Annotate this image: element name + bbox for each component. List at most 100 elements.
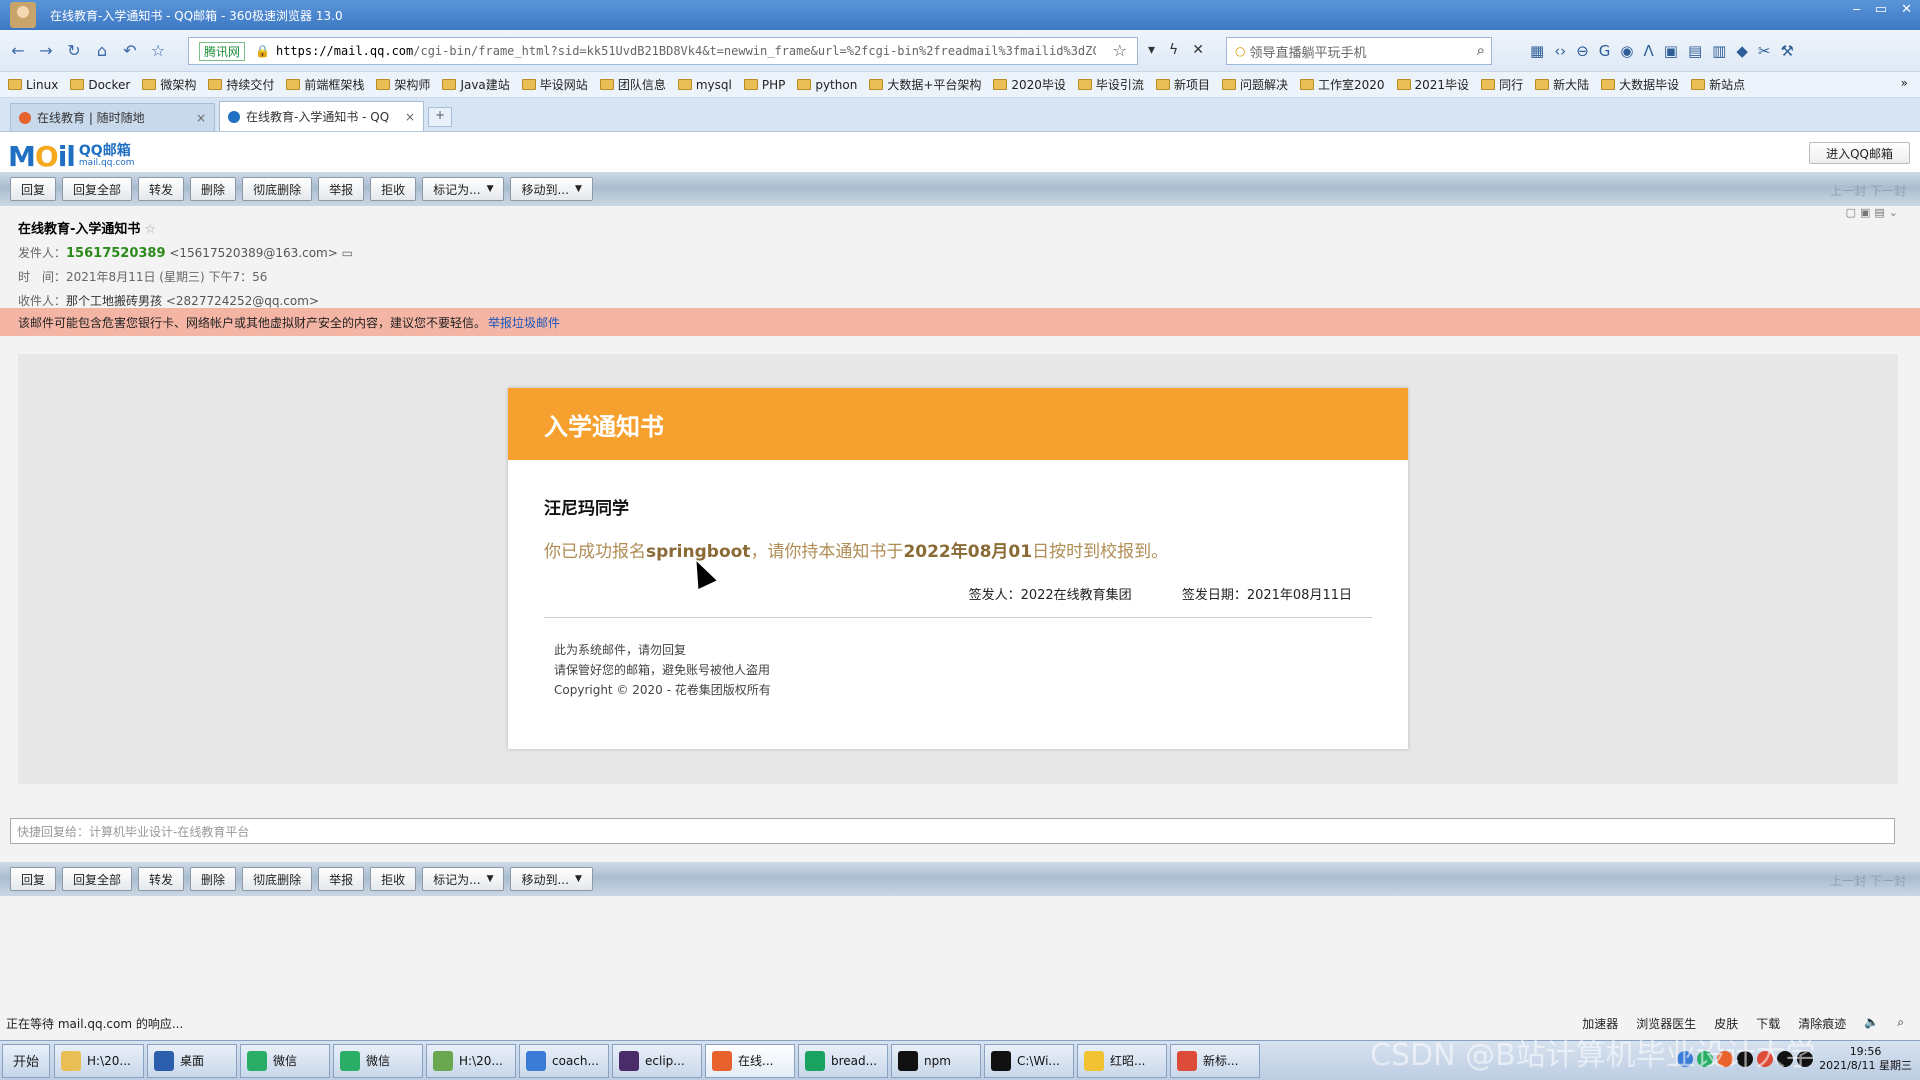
system-clock[interactable]: 19:56 2021/8/11 星期三 [1819,1045,1912,1073]
apps-icon[interactable]: ▦ [1530,42,1544,60]
volume-icon[interactable]: 🔈 [1864,1015,1879,1032]
quick-reply-input[interactable]: 快捷回复给：计算机毕业设计-在线教育平台 [10,818,1895,844]
reply-button[interactable]: 回复 [10,177,57,201]
bookmark-item[interactable]: 同行 [1481,76,1523,93]
bookmark-item[interactable]: 2021毕设 [1396,76,1469,93]
bookmark-item[interactable]: 微架构 [142,76,196,93]
search-input[interactable]: 领导直播躺平玩手机 [1249,42,1366,61]
bookmark-item[interactable]: 问题解决 [1221,76,1288,93]
delete-button[interactable]: 删除 [190,867,237,891]
undo-icon[interactable]: ↶ [120,41,140,61]
adblock-icon[interactable]: ◆ [1736,42,1748,60]
back-icon[interactable]: ← [8,41,28,61]
taskbar-item[interactable]: 红昭... [1077,1043,1167,1078]
new-tab-button[interactable]: + [428,107,452,127]
browser-doctor-button[interactable]: 浏览器医生 [1636,1015,1696,1032]
taskbar-item[interactable]: 新标... [1170,1043,1260,1078]
bookmark-item[interactable]: PHP [743,78,785,92]
bookmark-item[interactable]: 2020毕设 [993,76,1066,93]
url-text[interactable]: https://mail.qq.com/cgi-bin/frame_html?s… [276,44,1096,58]
bookmark-item[interactable]: Docker [70,78,130,92]
bookmark-item[interactable]: 大数据+平台架构 [869,76,981,93]
search-icon[interactable]: ⌕ [1477,41,1485,59]
reject-button[interactable]: 拒收 [370,867,417,891]
mail-view-tools[interactable]: ▢▣▤⌄ [1846,206,1902,219]
taskbar-item[interactable]: C:\Wi... [984,1043,1074,1078]
bookmark-item[interactable]: mysql [677,78,732,92]
record-icon[interactable]: ◉ [1620,42,1633,60]
extension-a-icon[interactable]: Λ [1643,42,1653,60]
tab-admission-notice[interactable]: 在线教育-入学通知书 - QQ × [219,101,424,131]
start-button[interactable]: 开始 [2,1043,50,1078]
recipient-name[interactable]: 那个工地搬砖男孩 [66,294,162,308]
move-to-dropdown[interactable]: 移动到... ▼ [510,177,593,201]
bookmark-item[interactable]: Linux [8,78,58,92]
bookmark-item[interactable]: 前端框架栈 [286,76,364,93]
more-bookmarks-icon[interactable]: » [1901,76,1908,90]
tools-icon[interactable]: ⚒ [1780,42,1793,60]
accelerator-button[interactable]: 加速器 [1582,1015,1618,1032]
forward-button[interactable]: 转发 [138,867,185,891]
forward-icon[interactable]: → [36,41,56,61]
scissors-icon[interactable]: ✂ [1758,42,1771,60]
extension-box-icon[interactable]: ▣ [1664,42,1678,60]
bookmark-star-icon[interactable]: ☆ [1113,41,1127,60]
reply-button[interactable]: 回复 [10,867,57,891]
mark-as-dropdown[interactable]: 标记为... ▼ [422,177,505,201]
taskbar-item[interactable]: eclip... [612,1043,702,1078]
bookmark-item[interactable]: 毕设网站 [521,76,588,93]
bookmark-item[interactable]: 架构师 [376,76,430,93]
devtools-icon[interactable]: ‹› [1554,42,1566,60]
taskbar-item[interactable]: H:\20... [426,1043,516,1078]
minimize-button[interactable]: ‒ [1853,2,1861,17]
move-to-dropdown[interactable]: 移动到... ▼ [510,867,593,891]
taskbar-item[interactable]: H:\20... [54,1043,144,1078]
camera-icon[interactable]: ▤ [1688,42,1702,60]
bookmark-item[interactable]: 新站点 [1691,76,1745,93]
stop-icon[interactable]: ✕ [1192,42,1204,58]
bookmark-item[interactable]: 团队信息 [599,76,666,93]
report-spam-link[interactable]: 举报垃圾邮件 [488,314,560,331]
delete-forever-button[interactable]: 彻底删除 [242,867,313,891]
notes-icon[interactable]: ▥ [1712,42,1726,60]
clear-traces-button[interactable]: 清除痕迹 [1798,1015,1846,1032]
taskbar-item[interactable]: coach... [519,1043,609,1078]
taskbar-item[interactable]: 在线... [705,1043,795,1078]
delete-forever-button[interactable]: 彻底删除 [242,177,313,201]
bookmark-item[interactable]: Java建站 [442,76,510,93]
bookmark-item[interactable]: 工作室2020 [1299,76,1385,93]
download-button[interactable]: 下载 [1756,1015,1780,1032]
favorite-icon[interactable]: ☆ [148,41,168,61]
reply-all-button[interactable]: 回复全部 [62,867,133,891]
zoom-icon[interactable]: ⌕ [1897,1015,1904,1032]
reject-button[interactable]: 拒收 [370,177,417,201]
bookmark-item[interactable]: 新大陆 [1535,76,1589,93]
close-window-button[interactable]: ✕ [1901,2,1912,17]
tab-close-icon[interactable]: × [196,111,206,125]
tab-online-education[interactable]: 在线教育 | 随时随地 × [10,103,215,131]
taskbar-item[interactable]: npm [891,1043,981,1078]
delete-button[interactable]: 删除 [190,177,237,201]
certificate-badge[interactable]: 腾讯网 [199,41,246,61]
bookmark-item[interactable]: python [797,78,857,92]
mark-as-dropdown[interactable]: 标记为... ▼ [422,867,505,891]
maximize-button[interactable]: ▭ [1875,2,1887,17]
report-button[interactable]: 举报 [318,867,365,891]
bookmark-item[interactable]: 大数据毕设 [1601,76,1679,93]
taskbar-item[interactable]: 微信 [333,1043,423,1078]
extension-g-icon[interactable]: G [1599,42,1611,60]
refresh-icon[interactable]: ↻ [64,41,84,61]
prev-next-links[interactable]: 上一封 下一封 [1830,872,1906,889]
qqmail-logo[interactable]: MOil QQ邮箱 mail.qq.com [8,140,135,173]
dropdown-icon[interactable]: ▾ [1148,42,1155,58]
enter-qqmail-button[interactable]: 进入QQ邮箱 [1809,142,1910,164]
lightning-icon[interactable]: ϟ [1169,42,1178,58]
bookmark-item[interactable]: 持续交付 [208,76,274,93]
taskbar-item[interactable]: 微信 [240,1043,330,1078]
bookmark-item[interactable]: 新项目 [1155,76,1210,93]
prev-next-links[interactable]: 上一封 下一封 [1830,182,1906,199]
taskbar-item[interactable]: 桌面 [147,1043,237,1078]
home-icon[interactable]: ⌂ [92,41,112,61]
search-box[interactable]: ○ 领导直播躺平玩手机 ⌕ [1226,37,1492,65]
address-bar[interactable]: 腾讯网 🔒 https://mail.qq.com/cgi-bin/frame_… [188,37,1138,65]
